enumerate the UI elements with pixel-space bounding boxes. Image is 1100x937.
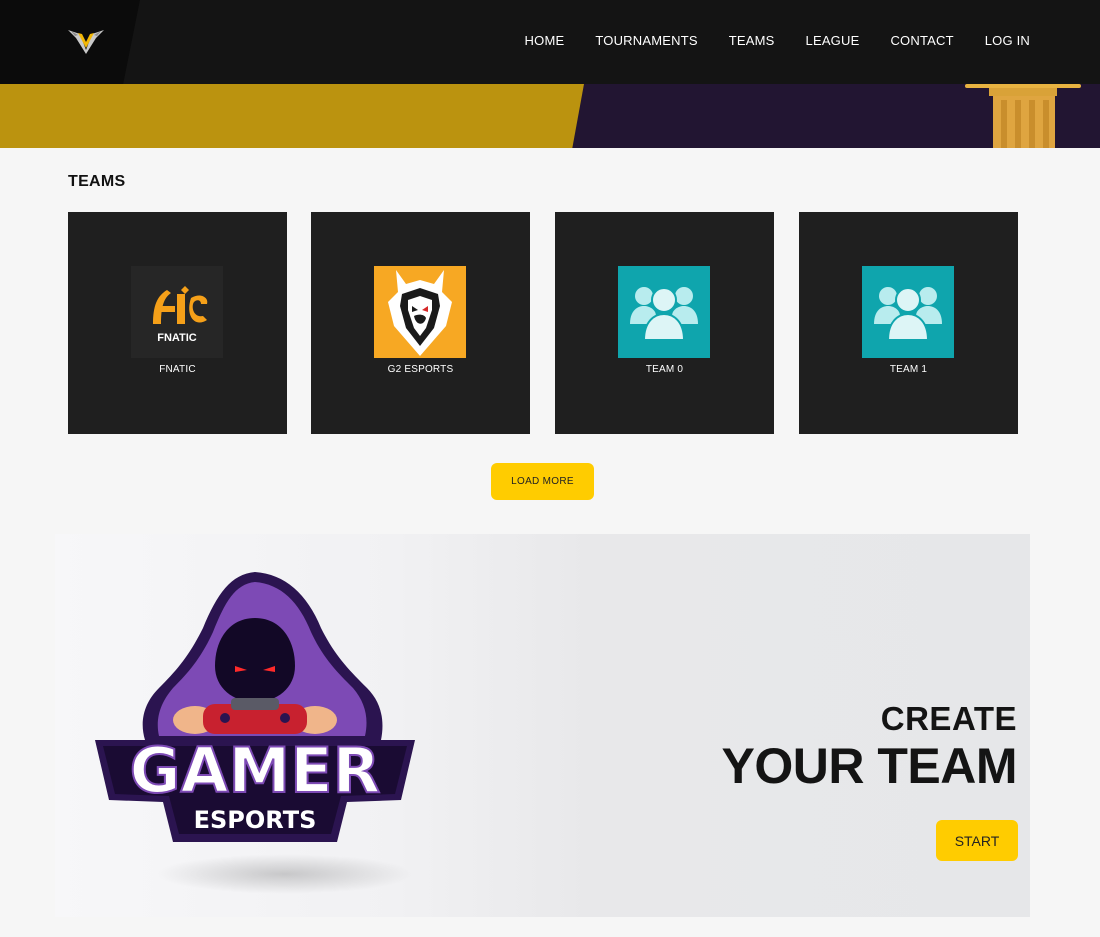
team-card-g2-esports[interactable]: G2 ESPORTS xyxy=(311,212,530,434)
teams-section-title: TEAMS xyxy=(68,173,126,190)
create-heading: CREATE xyxy=(880,700,1017,737)
gamer-esports-logo-icon: GAMER ESPORTS xyxy=(95,572,415,842)
start-button[interactable]: START xyxy=(936,820,1018,861)
nav-contact-link[interactable]: CONTACT xyxy=(890,33,953,48)
group-users-graphic xyxy=(874,287,942,341)
team-card-team-1[interactable]: TEAM 1 xyxy=(799,212,1018,434)
hero-gold-panel xyxy=(0,84,584,148)
trophy-pillar-icon xyxy=(965,84,1081,148)
nav-teams-link[interactable]: TEAMS xyxy=(729,33,775,48)
group-users-icon xyxy=(618,266,710,358)
team-card-team-0[interactable]: TEAM 0 xyxy=(555,212,774,434)
load-more-button[interactable]: LOAD MORE xyxy=(491,463,594,500)
fnatic-logo-text: FNATIC xyxy=(157,332,197,344)
nav-login-link[interactable]: LOG IN xyxy=(985,33,1030,48)
your-team-heading: YOUR TEAM xyxy=(721,738,1018,794)
g2-samurai-logo-icon xyxy=(374,266,466,358)
team-card-fnatic[interactable]: FNATIC FNATIC xyxy=(68,212,287,434)
nav-tournaments-link[interactable]: TOURNAMENTS xyxy=(595,33,697,48)
fnatic-logo-graphic: FNATIC xyxy=(153,286,208,344)
group-users-icon xyxy=(862,266,954,358)
g2-samurai-graphic xyxy=(388,270,452,356)
team-name: TEAM 1 xyxy=(889,364,928,375)
group-users-graphic xyxy=(630,287,698,341)
team-name: G2 ESPORTS xyxy=(387,364,454,375)
site-header: HOME TOURNAMENTS TEAMS LEAGUE CONTACT LO… xyxy=(0,0,1100,84)
logo-shadow xyxy=(155,854,415,894)
v-wing-logo-icon[interactable] xyxy=(66,24,106,56)
main-nav: HOME TOURNAMENTS TEAMS LEAGUE CONTACT LO… xyxy=(525,0,1030,80)
hero-banner xyxy=(0,84,1100,148)
nav-home-link[interactable]: HOME xyxy=(525,33,565,48)
nav-league-link[interactable]: LEAGUE xyxy=(806,33,860,48)
team-grid: FNATIC FNATIC G2 ESPORTS TEAM 0 TEAM 1 xyxy=(68,212,1018,434)
fnatic-logo-icon: FNATIC xyxy=(131,266,223,358)
create-team-banner: GAMER ESPORTS CREATE YOUR TEAM START xyxy=(55,534,1030,917)
esports-logo-text: ESPORTS xyxy=(194,806,317,834)
team-name: FNATIC xyxy=(159,364,196,375)
team-name: TEAM 0 xyxy=(645,364,684,375)
gamer-logo-text: GAMER xyxy=(130,734,381,807)
